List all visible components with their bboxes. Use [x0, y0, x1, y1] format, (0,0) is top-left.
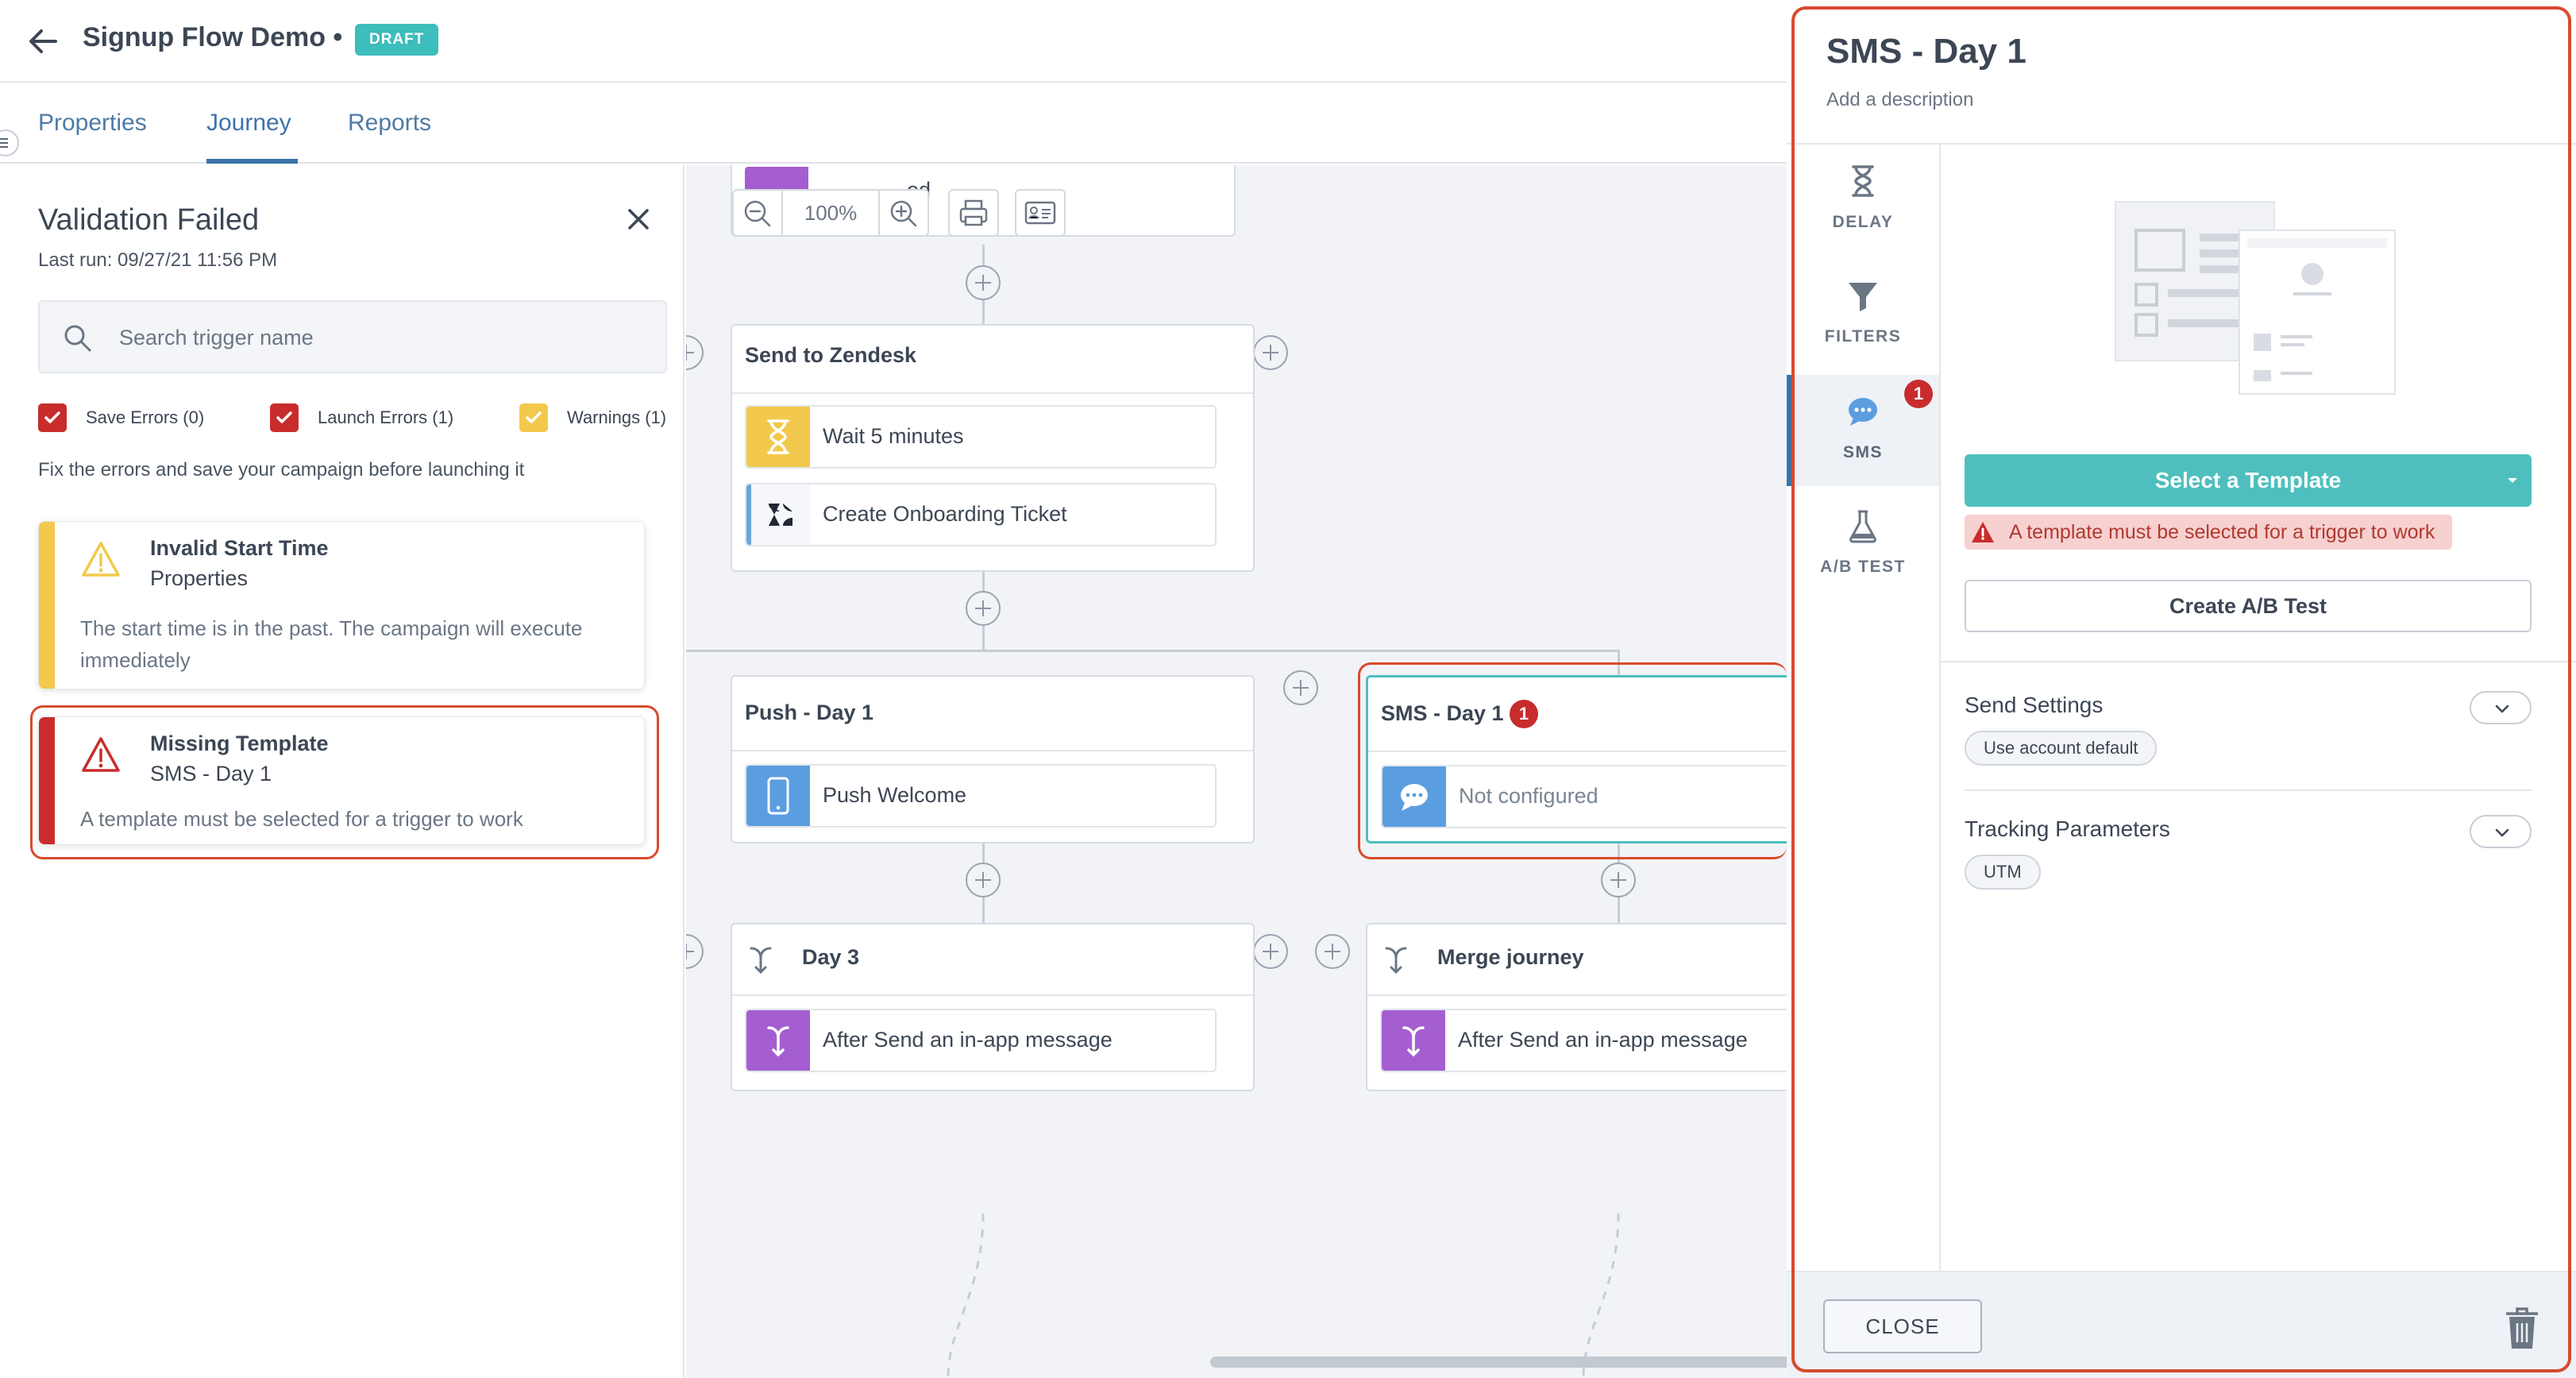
add-branch-button[interactable]	[1253, 934, 1288, 969]
split-arrow-icon	[1380, 942, 1412, 975]
add-branch-button[interactable]	[686, 934, 704, 969]
split-arrow-icon	[745, 942, 777, 975]
add-step-button[interactable]	[966, 863, 1001, 897]
node-send-to-zendesk[interactable]: Send to Zendesk Wait 5 minutes Create On…	[731, 324, 1255, 572]
mobile-phone-icon	[746, 766, 810, 826]
node-step-label: After Send an in-app message	[1458, 1028, 1748, 1052]
validation-item-title: Invalid Start Time	[150, 536, 329, 560]
back-arrow-icon[interactable]	[24, 22, 62, 60]
warning-icon	[80, 539, 121, 581]
node-step-wait[interactable]: Wait 5 minutes	[745, 405, 1217, 469]
validation-title: Validation Failed	[38, 203, 260, 237]
warning-stripe	[39, 522, 55, 689]
node-step-after-in-app[interactable]: After Send an in-app message	[1380, 1009, 1787, 1072]
add-step-button[interactable]	[1601, 863, 1636, 897]
node-title: Merge journey	[1437, 945, 1584, 969]
connector-line	[686, 650, 1620, 652]
tab-journey[interactable]: Journey	[206, 110, 291, 137]
node-step-label: Wait 5 minutes	[823, 424, 964, 448]
node-title: Day 3	[802, 945, 860, 969]
node-divider	[732, 392, 1253, 394]
error-highlight-outline	[30, 705, 659, 859]
save-errors-filter[interactable]: Save Errors (0)	[38, 402, 204, 434]
search-icon	[62, 322, 94, 354]
node-divider	[732, 994, 1253, 996]
zoom-out-icon[interactable]	[732, 189, 783, 237]
tab-reports[interactable]: Reports	[348, 110, 431, 137]
save-errors-checkbox[interactable]	[38, 403, 67, 432]
validation-panel: Validation Failed Last run: 09/27/21 11:…	[0, 165, 684, 1378]
last-run-timestamp: Last run: 09/27/21 11:56 PM	[38, 249, 278, 271]
trigger-search-box	[38, 300, 667, 373]
contact-card-icon[interactable]	[1015, 189, 1066, 237]
status-badge: DRAFT	[355, 24, 439, 56]
zendesk-logo-icon	[746, 484, 810, 545]
split-arrow-icon	[746, 1010, 810, 1071]
tab-bar: Properties Journey Reports	[0, 83, 1787, 164]
validation-item-start-time[interactable]: Invalid Start Time Properties The start …	[38, 521, 645, 689]
node-step-push[interactable]: Push Welcome	[745, 764, 1217, 828]
page-title: Signup Flow Demo •	[83, 22, 343, 52]
validation-item-description: The start time is in the past. The campa…	[80, 616, 583, 672]
zoom-toolbar: 100%	[732, 189, 1066, 237]
print-icon[interactable]	[948, 189, 999, 237]
node-divider	[732, 750, 1253, 751]
error-highlight-outline	[1358, 662, 1787, 859]
close-icon[interactable]	[623, 203, 654, 235]
warnings-checkbox[interactable]	[519, 403, 548, 432]
node-step-after-in-app[interactable]: After Send an in-app message	[745, 1009, 1217, 1072]
node-step-label: After Send an in-app message	[823, 1028, 1113, 1052]
node-divider	[1367, 994, 1787, 996]
validation-hint: Fix the errors and save your campaign be…	[38, 459, 525, 481]
validation-item-subtitle: Properties	[150, 566, 249, 590]
zoom-in-icon[interactable]	[878, 189, 929, 237]
tab-properties[interactable]: Properties	[38, 110, 147, 137]
panel-highlight-outline	[1791, 6, 2571, 1372]
active-tab-indicator	[206, 159, 298, 164]
sidebar-toggle-icon[interactable]	[0, 129, 19, 156]
node-title: Push - Day 1	[745, 701, 874, 724]
dashed-connectors	[947, 1213, 1620, 1378]
add-branch-button[interactable]	[1283, 670, 1318, 705]
launch-errors-label: Launch Errors (1)	[318, 407, 454, 427]
node-step-label: Create Onboarding Ticket	[823, 502, 1067, 526]
node-step-zendesk-ticket[interactable]: Create Onboarding Ticket	[745, 483, 1217, 546]
trigger-search-input[interactable]	[119, 316, 643, 359]
split-arrow-icon	[1382, 1010, 1445, 1071]
node-step-label: Push Welcome	[823, 783, 967, 807]
node-push-day-1[interactable]: Push - Day 1 Push Welcome	[731, 675, 1255, 843]
warnings-filter[interactable]: Warnings (1)	[519, 402, 666, 434]
horizontal-scrollbar[interactable]	[1210, 1357, 1787, 1368]
node-title: Send to Zendesk	[745, 343, 917, 367]
node-merge-journey[interactable]: Merge journey After Send an in-app messa…	[1366, 923, 1787, 1091]
zoom-level: 100%	[783, 189, 878, 237]
save-errors-label: Save Errors (0)	[86, 407, 205, 427]
launch-errors-checkbox[interactable]	[270, 403, 299, 432]
top-bar: Signup Flow Demo • DRAFT	[0, 0, 1787, 83]
add-branch-button[interactable]	[1253, 335, 1288, 370]
warnings-label: Warnings (1)	[567, 407, 667, 427]
add-branch-button[interactable]	[686, 335, 704, 370]
launch-errors-filter[interactable]: Launch Errors (1)	[270, 402, 453, 434]
add-step-button[interactable]	[966, 591, 1001, 626]
hourglass-icon	[746, 407, 810, 467]
journey-canvas[interactable]: ed 100% Send to Zendesk Wait 5	[686, 165, 1787, 1378]
add-step-button[interactable]	[966, 265, 1001, 300]
node-day-3[interactable]: Day 3 After Send an in-app message	[731, 923, 1255, 1091]
add-branch-button[interactable]	[1315, 934, 1350, 969]
